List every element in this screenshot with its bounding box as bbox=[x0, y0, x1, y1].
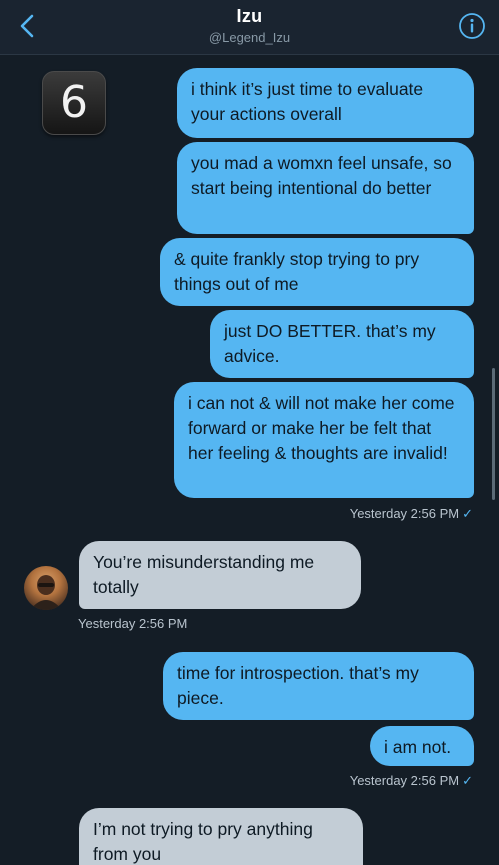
contact-avatar[interactable] bbox=[24, 566, 68, 610]
conversation-header: Izu @Legend_Izu bbox=[0, 0, 499, 55]
message-timestamp: Yesterday 2:56 PM ✓ bbox=[349, 506, 473, 521]
message-text: I’m not trying to pry anything from you bbox=[93, 819, 313, 864]
number-badge: 6 bbox=[42, 71, 106, 135]
message-bubble-outgoing[interactable]: i am not. bbox=[370, 726, 474, 766]
message-text: & quite frankly stop trying to pry thing… bbox=[174, 249, 420, 294]
message-bubble-outgoing[interactable]: just DO BETTER. that’s my advice. bbox=[210, 310, 474, 378]
message-bubble-outgoing[interactable]: time for introspection. that’s my piece. bbox=[163, 652, 474, 720]
message-bubble-outgoing[interactable]: & quite frankly stop trying to pry thing… bbox=[160, 238, 474, 306]
contact-handle[interactable]: @Legend_Izu bbox=[0, 30, 499, 45]
contact-name[interactable]: Izu bbox=[0, 6, 499, 27]
message-bubble-outgoing[interactable]: i think it’s just time to evaluate your … bbox=[177, 68, 474, 138]
message-text: time for introspection. that’s my piece. bbox=[177, 663, 419, 708]
message-text: just DO BETTER. that’s my advice. bbox=[224, 321, 436, 366]
message-bubble-outgoing[interactable]: i can not & will not make her come forwa… bbox=[174, 382, 474, 498]
avatar-image bbox=[30, 575, 62, 610]
read-check-icon: ✓ bbox=[462, 773, 473, 788]
message-timestamp: Yesterday 2:56 PM bbox=[78, 616, 188, 631]
message-text: You’re misunderstanding me totally bbox=[93, 552, 315, 597]
message-text: i think it’s just time to evaluate your … bbox=[191, 79, 424, 124]
message-timestamp: Yesterday 2:56 PM ✓ bbox=[349, 773, 473, 788]
message-bubble-incoming[interactable]: You’re misunderstanding me totally bbox=[79, 541, 361, 609]
message-text: i can not & will not make her come forwa… bbox=[188, 393, 455, 463]
info-icon[interactable] bbox=[458, 12, 486, 40]
message-text: i am not. bbox=[384, 737, 452, 757]
message-bubble-incoming[interactable]: I’m not trying to pry anything from you bbox=[79, 808, 363, 865]
message-bubble-outgoing[interactable]: you mad a womxn feel unsafe, so start be… bbox=[177, 142, 474, 234]
message-text: you mad a womxn feel unsafe, so start be… bbox=[191, 153, 452, 198]
read-check-icon: ✓ bbox=[462, 506, 473, 521]
scrollbar-thumb[interactable] bbox=[492, 368, 495, 500]
